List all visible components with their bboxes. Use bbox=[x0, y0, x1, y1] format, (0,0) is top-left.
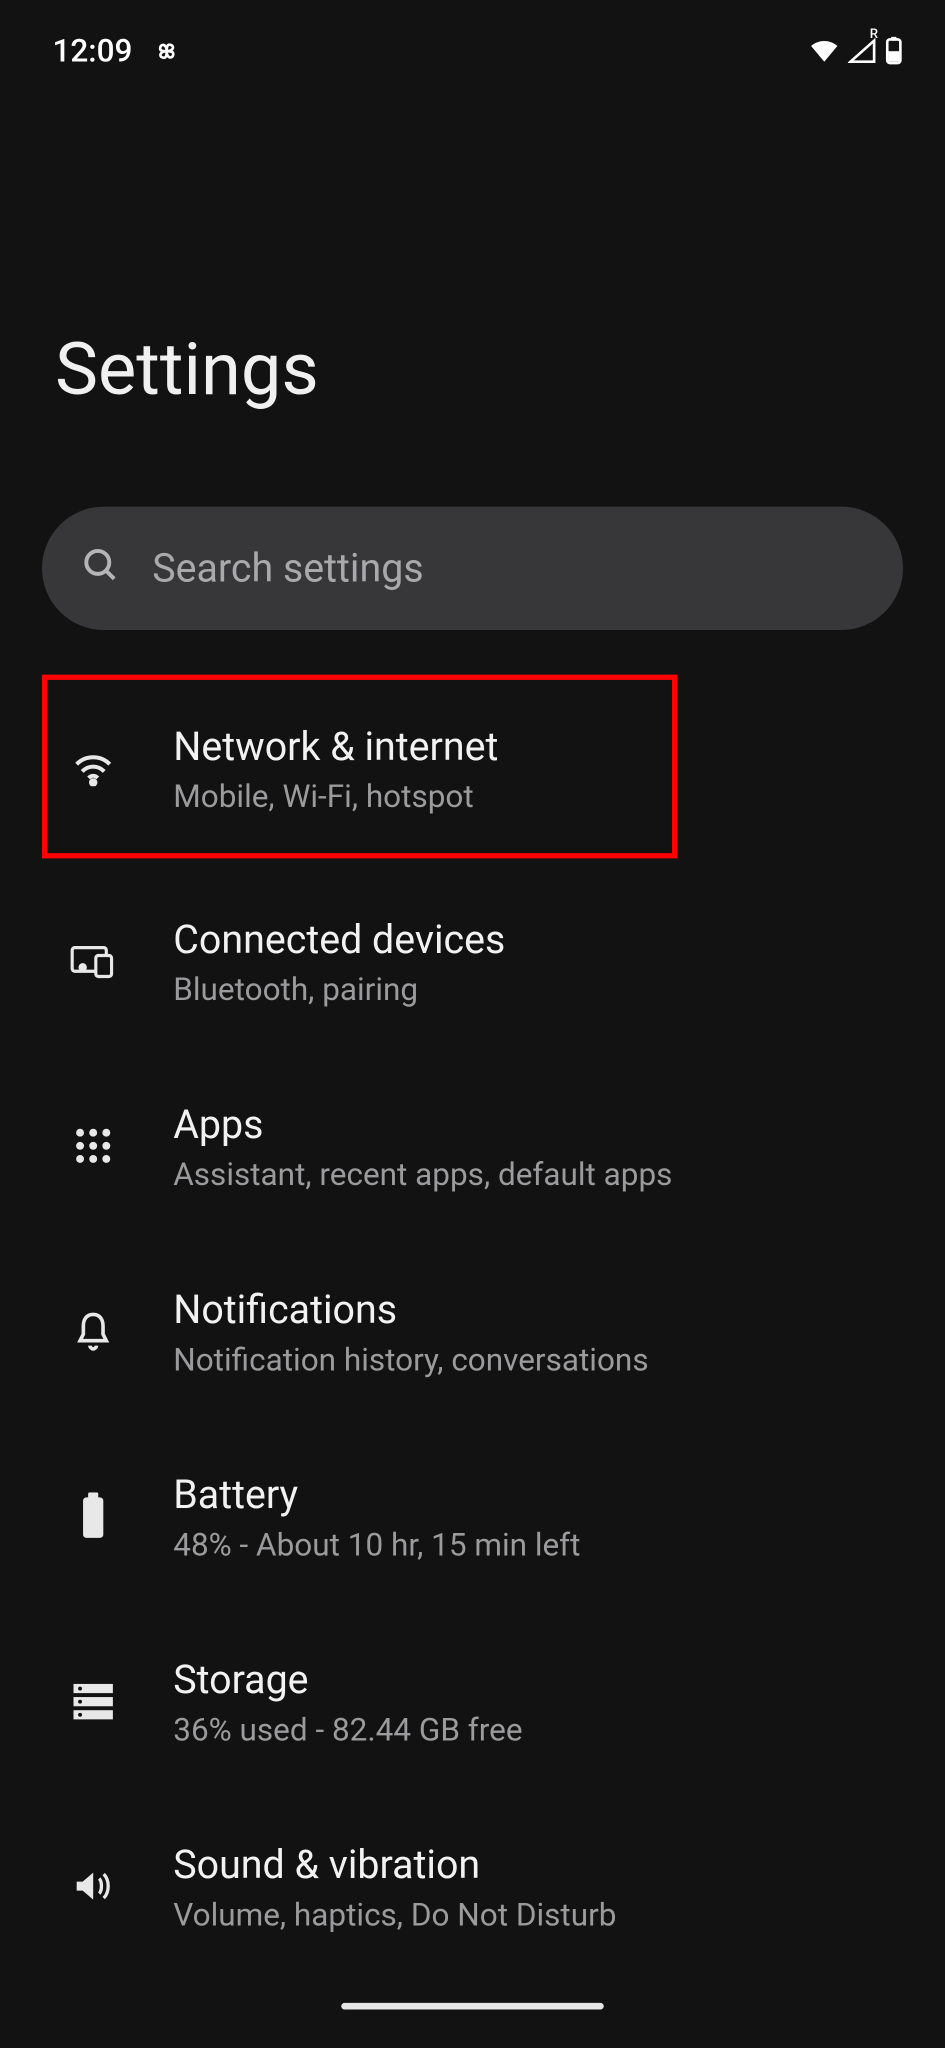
settings-list: Network & internet Mobile, Wi-Fi, hotspo… bbox=[0, 630, 945, 1981]
settings-item-connected-devices[interactable]: Connected devices Bluetooth, pairing bbox=[0, 870, 945, 1055]
status-time: 12:09 bbox=[53, 33, 133, 70]
bell-icon bbox=[74, 1308, 113, 1358]
search-placeholder: Search settings bbox=[152, 545, 423, 591]
item-title: Network & internet bbox=[173, 725, 498, 771]
pinwheel-icon bbox=[151, 35, 183, 67]
devices-icon bbox=[70, 942, 117, 984]
battery-status-icon bbox=[885, 37, 903, 66]
item-subtitle: Assistant, recent apps, default apps bbox=[173, 1156, 672, 1193]
status-bar: 12:09 R bbox=[0, 0, 945, 79]
settings-item-battery[interactable]: Battery 48% - About 10 hr, 15 min left bbox=[0, 1425, 945, 1610]
item-title: Battery bbox=[173, 1473, 580, 1519]
battery-icon bbox=[79, 1492, 108, 1545]
item-title: Connected devices bbox=[173, 917, 505, 963]
item-subtitle: Bluetooth, pairing bbox=[173, 971, 505, 1008]
nav-home-indicator[interactable] bbox=[341, 2003, 604, 2010]
item-subtitle: 36% used - 82.44 GB free bbox=[173, 1712, 522, 1749]
settings-item-apps[interactable]: Apps Assistant, recent apps, default app… bbox=[0, 1055, 945, 1240]
settings-item-storage[interactable]: Storage 36% used - 82.44 GB free bbox=[0, 1610, 945, 1795]
item-subtitle: Notification history, conversations bbox=[173, 1341, 648, 1378]
storage-icon bbox=[71, 1681, 116, 1726]
item-title: Storage bbox=[173, 1658, 522, 1704]
wifi-status-icon bbox=[809, 38, 841, 64]
item-title: Notifications bbox=[173, 1288, 648, 1334]
item-subtitle: Mobile, Wi-Fi, hotspot bbox=[173, 778, 498, 815]
item-title: Apps bbox=[173, 1103, 672, 1149]
apps-grid-icon bbox=[74, 1125, 113, 1170]
item-title: Sound & vibration bbox=[173, 1843, 616, 1889]
search-icon bbox=[81, 546, 120, 591]
settings-item-sound[interactable]: Sound & vibration Volume, haptics, Do No… bbox=[0, 1796, 945, 1981]
cell-signal-r-icon: R bbox=[848, 38, 877, 64]
item-subtitle: Volume, haptics, Do Not Disturb bbox=[173, 1897, 616, 1934]
item-subtitle: 48% - About 10 hr, 15 min left bbox=[173, 1526, 580, 1563]
volume-icon bbox=[72, 1866, 114, 1911]
wifi-icon bbox=[70, 749, 117, 791]
settings-item-network[interactable]: Network & internet Mobile, Wi-Fi, hotspo… bbox=[0, 669, 945, 870]
search-bar[interactable]: Search settings bbox=[42, 507, 903, 630]
settings-item-notifications[interactable]: Notifications Notification history, conv… bbox=[0, 1240, 945, 1425]
page-title: Settings bbox=[0, 79, 945, 412]
